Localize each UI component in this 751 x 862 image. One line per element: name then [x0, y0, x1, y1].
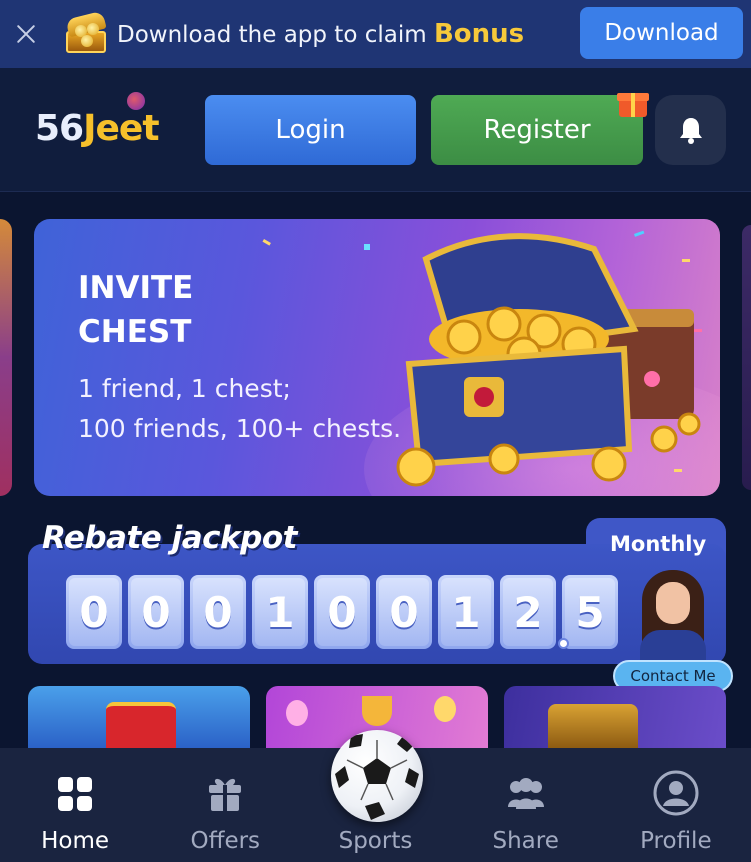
gift-icon: [617, 87, 649, 119]
treasure-chest-icon: [548, 704, 638, 748]
jackpot-digit: 0: [376, 575, 432, 649]
game-tile-red-envelope[interactable]: [28, 686, 250, 748]
banner-title: INVITE CHEST: [78, 270, 194, 350]
jackpot-digit: 1: [252, 575, 308, 649]
promo-carousel[interactable]: INVITE CHEST 1 friend, 1 chest; 100 frie…: [0, 219, 751, 496]
treasure-chest-icon: [61, 10, 111, 57]
rebate-jackpot-card[interactable]: Rebate jackpot Monthly 0 0 0 1 0 0 1 2 5: [28, 518, 726, 664]
nav-home[interactable]: Home: [0, 748, 150, 862]
rocket-icon: [127, 92, 145, 110]
nav-offers[interactable]: Offers: [150, 748, 300, 862]
logo-number: 56: [35, 108, 84, 149]
bell-icon: [679, 118, 702, 144]
app-download-message: Download the app to claim Bonus: [117, 19, 524, 49]
trophy-icon: [362, 696, 392, 726]
bonus-highlight: Bonus: [433, 19, 525, 49]
nav-home-label: Home: [41, 828, 110, 854]
jackpot-digit: 1: [438, 575, 494, 649]
next-slide-preview[interactable]: [742, 225, 751, 490]
home-grid-icon: [55, 774, 95, 814]
nav-sports-label: Sports: [338, 828, 413, 854]
previous-slide-preview[interactable]: [0, 219, 12, 496]
banner-subtitle: 1 friend, 1 chest; 100 friends, 100+ che…: [78, 374, 402, 443]
download-button[interactable]: Download: [580, 7, 743, 59]
jackpot-digit: 0: [314, 575, 370, 649]
game-tile-treasure[interactable]: [504, 686, 726, 748]
invite-chest-banner[interactable]: INVITE CHEST 1 friend, 1 chest; 100 frie…: [34, 219, 720, 496]
close-icon[interactable]: [13, 21, 39, 47]
top-header: 56Jeet Login Register: [0, 68, 751, 192]
soccer-ball-icon[interactable]: [331, 730, 423, 822]
nav-offers-label: Offers: [190, 828, 261, 854]
jackpot-digit: 0: [190, 575, 246, 649]
jackpot-digit: 2: [500, 575, 556, 649]
jackpot-period: Monthly: [610, 532, 707, 556]
treasure-chest-illustration: [262, 230, 702, 487]
gift-icon: [205, 774, 245, 814]
app-download-banner: Download the app to claim Bonus Download: [0, 0, 751, 68]
nav-share-label: Share: [492, 828, 559, 854]
people-icon: [506, 774, 546, 814]
user-icon: [653, 770, 699, 816]
jackpot-title: Rebate jackpot: [42, 520, 297, 556]
jackpot-digit: 0: [66, 575, 122, 649]
support-agent-avatar[interactable]: [630, 566, 716, 662]
login-button[interactable]: Login: [205, 95, 416, 165]
jackpot-counter: 0 0 0 1 0 0 1 2 5: [66, 575, 618, 649]
decimal-point: [558, 638, 569, 649]
nav-profile[interactable]: Profile: [601, 748, 751, 862]
nav-share[interactable]: Share: [451, 748, 601, 862]
notification-button[interactable]: [655, 95, 726, 165]
logo-word: Jeet: [83, 108, 159, 149]
app-download-text: Download the app to claim: [117, 22, 427, 48]
site-logo[interactable]: 56Jeet: [35, 92, 160, 149]
jackpot-digit: 5: [562, 575, 618, 649]
register-button[interactable]: Register: [431, 95, 643, 165]
red-envelope-icon: [106, 702, 176, 748]
jackpot-digit: 0: [128, 575, 184, 649]
nav-profile-label: Profile: [640, 828, 712, 854]
